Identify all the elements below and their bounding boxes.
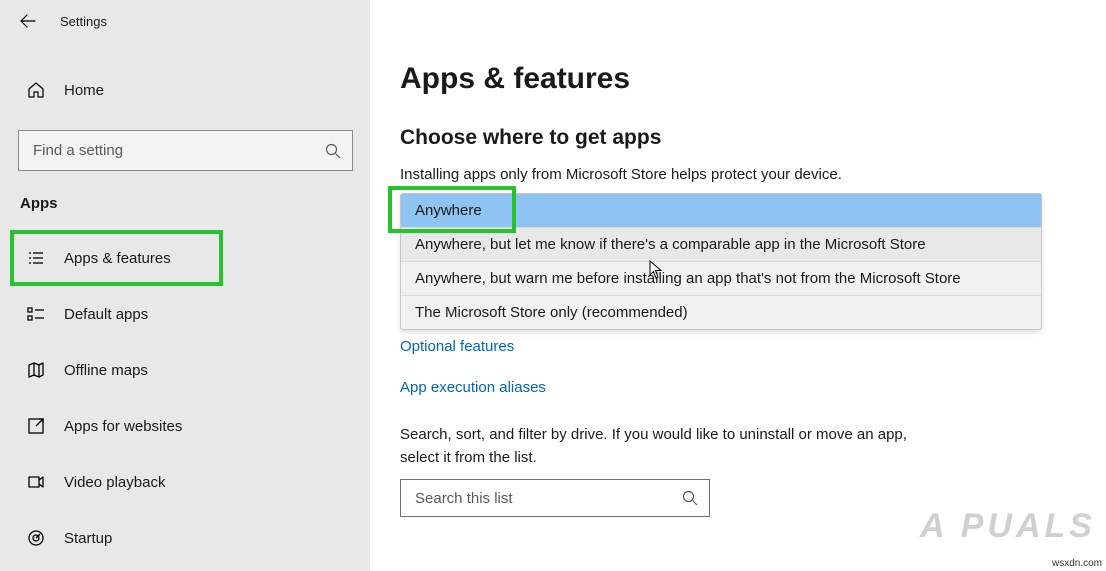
nav-category-header: Apps [20, 195, 370, 212]
nav-item-label: Apps & features [64, 250, 171, 267]
apps-and-features-icon [26, 248, 46, 268]
nav-offline-maps[interactable]: Offline maps [0, 342, 370, 398]
home-icon [26, 80, 46, 100]
find-a-setting-input[interactable] [31, 141, 324, 160]
filter-description: Search, sort, and filter by drive. If yo… [400, 424, 920, 469]
nav-item-label: Offline maps [64, 362, 148, 379]
nav-apps-and-features[interactable]: Apps & features [10, 230, 223, 286]
find-a-setting-search[interactable] [18, 130, 353, 171]
app-list-search-input[interactable] [413, 489, 681, 508]
nav-apps-for-websites[interactable]: Apps for websites [0, 398, 370, 454]
link-optional-features[interactable]: Optional features [400, 338, 514, 355]
link-app-execution-aliases[interactable]: App execution aliases [400, 379, 546, 396]
apps-for-websites-icon [26, 416, 46, 436]
nav-video-playback[interactable]: Video playback [0, 454, 370, 510]
page-title: Apps & features [400, 62, 1106, 96]
app-list-search[interactable] [400, 479, 710, 517]
nav-list: Apps & features Default apps Offline map… [0, 230, 370, 566]
nav-item-label: Apps for websites [64, 418, 182, 435]
search-icon [324, 142, 342, 160]
app-title: Settings [60, 14, 107, 29]
app-source-dropdown-list[interactable]: Anywhere Anywhere, but let me know if th… [400, 193, 1042, 330]
nav-default-apps[interactable]: Default apps [0, 286, 370, 342]
startup-icon [26, 528, 46, 548]
nav-home-label: Home [64, 82, 104, 99]
video-playback-icon [26, 472, 46, 492]
search-icon [681, 489, 699, 507]
dropdown-option-warn[interactable]: Anywhere, but warn me before installing … [401, 262, 1041, 295]
settings-sidebar: Settings Home Apps Apps & features Defau… [0, 0, 370, 571]
nav-home[interactable]: Home [0, 66, 370, 114]
nav-item-label: Video playback [64, 474, 165, 491]
section-description: Installing apps only from Microsoft Stor… [400, 166, 1106, 183]
nav-startup[interactable]: Startup [0, 510, 370, 566]
offline-maps-icon [26, 360, 46, 380]
settings-content: Apps & features Choose where to get apps… [370, 0, 1106, 571]
nav-item-label: Default apps [64, 306, 148, 323]
titlebar: Settings [0, 0, 370, 38]
default-apps-icon [26, 304, 46, 324]
nav-item-label: Startup [64, 530, 112, 547]
dropdown-option-anywhere[interactable]: Anywhere [401, 194, 1041, 227]
back-icon[interactable] [20, 13, 36, 29]
section-title: Choose where to get apps [400, 126, 1106, 150]
dropdown-option-comparable[interactable]: Anywhere, but let me know if there's a c… [401, 228, 1041, 261]
dropdown-option-store-only[interactable]: The Microsoft Store only (recommended) [401, 296, 1041, 329]
